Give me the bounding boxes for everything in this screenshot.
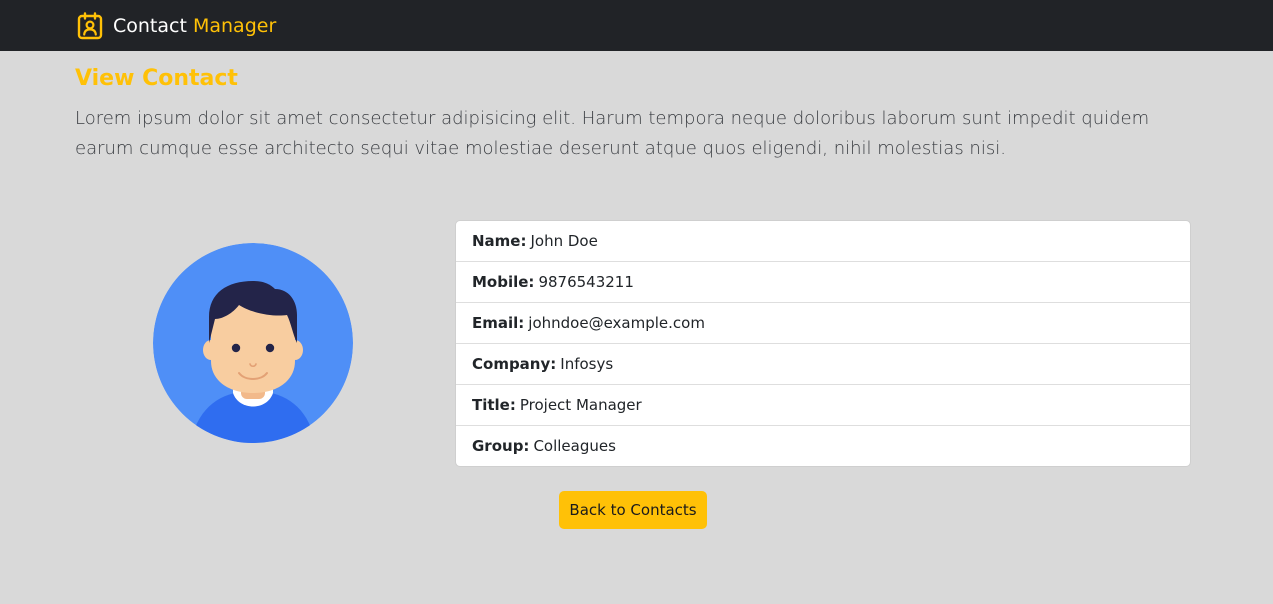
brand-name-accent: Manager — [192, 14, 277, 37]
page-title: View Contact — [75, 66, 238, 91]
detail-label: Company: — [472, 355, 557, 373]
detail-name: Name: John Doe — [456, 221, 1190, 262]
detail-value: 9876543211 — [538, 273, 634, 291]
detail-label: Mobile: — [472, 273, 535, 291]
detail-mobile: Mobile: 9876543211 — [456, 262, 1190, 303]
contact-card-icon — [77, 11, 103, 39]
detail-company: Company: Infosys — [456, 344, 1190, 385]
detail-email: Email: johndoe@example.com — [456, 303, 1190, 344]
detail-label: Email: — [472, 314, 525, 332]
detail-value: Project Manager — [519, 396, 642, 414]
user-avatar-icon — [153, 243, 353, 443]
top-navbar: Contact Manager — [0, 0, 1273, 51]
detail-group: Group: Colleagues — [456, 426, 1190, 466]
back-to-contacts-button[interactable]: Back to Contacts — [559, 491, 707, 529]
contact-avatar — [153, 243, 353, 443]
detail-title: Title: Project Manager — [456, 385, 1190, 426]
detail-label: Title: — [472, 396, 516, 414]
brand-name: Contact Manager — [113, 15, 276, 37]
brand-link[interactable]: Contact Manager — [76, 0, 276, 51]
detail-value: Colleagues — [533, 437, 616, 455]
detail-value: John Doe — [530, 232, 598, 250]
page-description: Lorem ipsum dolor sit amet consectetur a… — [75, 108, 1150, 159]
detail-value: Infosys — [560, 355, 614, 373]
detail-label: Group: — [472, 437, 530, 455]
detail-label: Name: — [472, 232, 527, 250]
brand-name-primary: Contact — [113, 14, 187, 37]
detail-value: johndoe@example.com — [528, 314, 705, 332]
contact-details-list: Name: John Doe Mobile: 9876543211 Email:… — [455, 220, 1191, 467]
